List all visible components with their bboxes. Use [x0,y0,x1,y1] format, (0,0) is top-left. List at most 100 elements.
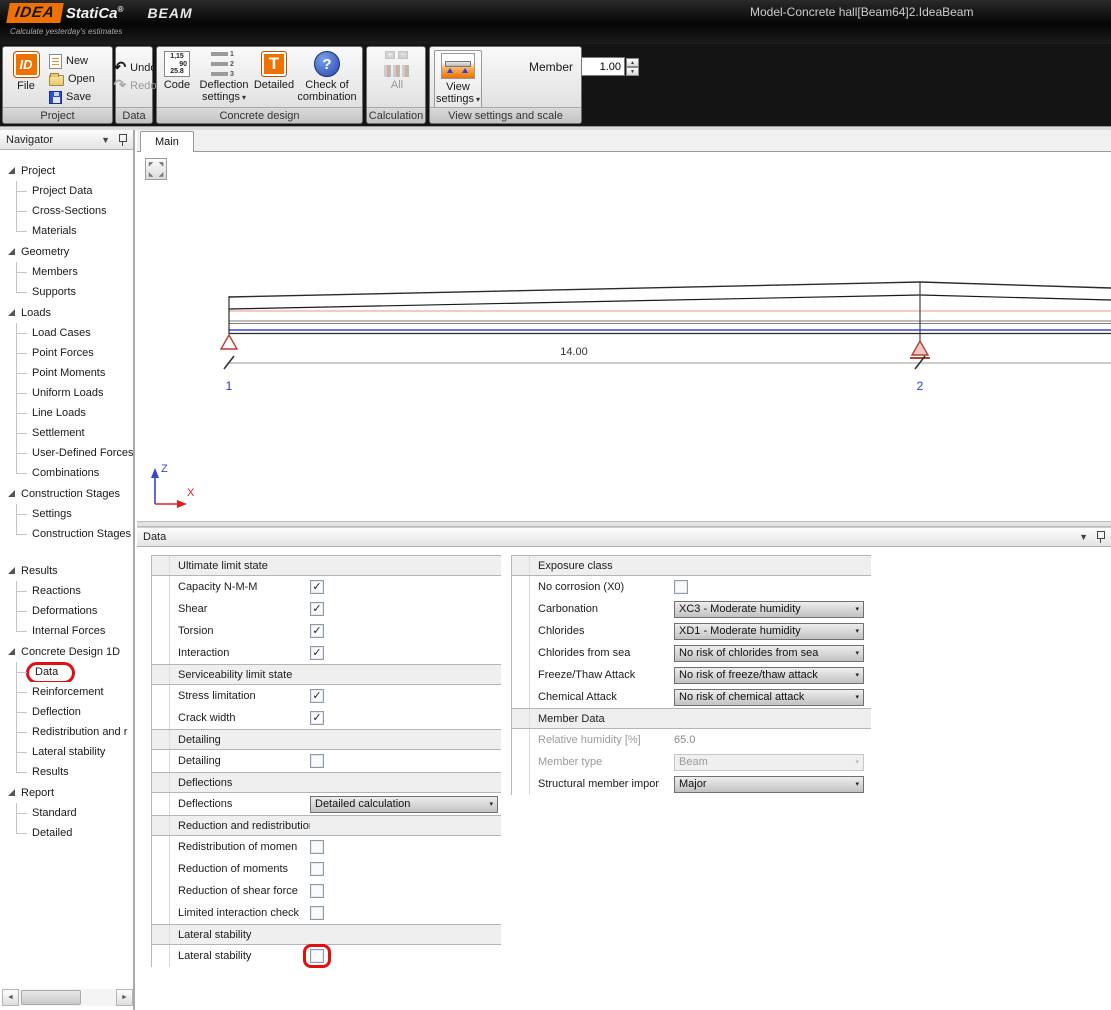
nav-item-label: Point Forces [32,347,94,359]
limited-interaction-check-checkbox[interactable] [310,906,324,920]
nav-item-geometry-members[interactable]: Members [16,262,133,282]
open-button[interactable]: Open [49,70,95,88]
nav-item-report-detailed[interactable]: Detailed [16,823,133,843]
beam-canvas[interactable]: 14.00 1 2 Z X ◤◥◣◢ [137,152,1111,521]
nav-item-geometry-supports[interactable]: Supports [16,282,133,302]
chevron-down-icon[interactable]: ▼ [1079,532,1088,542]
nav-item-results[interactable]: Results [6,561,133,581]
reduction-of-moments-checkbox[interactable] [310,862,324,876]
section-header-deflections: Deflections [152,772,501,793]
code-button[interactable]: 1,159025.8 Code [160,51,194,91]
tree-expander-icon[interactable] [8,648,15,655]
nav-item-loads-line-loads[interactable]: Line Loads [16,403,133,423]
calculate-all-button[interactable]: +− All [380,51,414,91]
scroll-left-icon[interactable]: ◄ [2,989,19,1006]
chevron-down-icon[interactable]: ▼ [101,135,110,145]
deflections-dropdown[interactable]: Detailed calculation▾ [310,796,498,813]
view-settings-button[interactable]: View settings▾ [434,50,482,109]
member-type-dropdown[interactable]: Beam▾ [674,754,864,771]
section-header-lateral-stability: Lateral stability [152,924,501,945]
nav-item-loads-combinations[interactable]: Combinations [16,463,133,483]
redistribution-of-momen-checkbox[interactable] [310,840,324,854]
nav-item-project-cross-sections[interactable]: Cross-Sections [16,201,133,221]
nav-item-concrete-design-1d[interactable]: Concrete Design 1D [6,642,133,662]
nav-item-label: Redistribution and r [32,726,127,738]
torsion-checkbox[interactable]: ✓ [310,624,324,638]
nav-item-loads[interactable]: Loads [6,303,133,323]
pin-icon[interactable] [118,134,127,146]
tree-expander-icon[interactable] [8,490,15,497]
interaction-checkbox[interactable]: ✓ [310,646,324,660]
nav-item-report-standard[interactable]: Standard [16,803,133,823]
tree-expander-icon[interactable] [8,789,15,796]
check-of-combination-button[interactable]: ? Check of combination [293,51,361,103]
shear-checkbox[interactable]: ✓ [310,602,324,616]
tab-main[interactable]: Main [140,131,194,152]
nav-item-results-internal-forces[interactable]: Internal Forces [16,621,133,641]
nav-item-concrete-design-1d-lateral-stability[interactable]: Lateral stability [16,742,133,762]
freeze-thaw-attack-dropdown[interactable]: No risk of freeze/thaw attack▾ [674,667,864,684]
spinner-down-icon[interactable]: ▼ [626,67,639,76]
scrollbar-thumb[interactable] [21,990,81,1005]
no-corrosion-x0-checkbox[interactable] [674,580,688,594]
chemical-attack-dropdown[interactable]: No risk of chemical attack▾ [674,689,864,706]
nav-item-report[interactable]: Report [6,783,133,803]
scroll-right-icon[interactable]: ► [116,989,133,1006]
nav-item-project[interactable]: Project [6,161,133,181]
stress-limitation-checkbox[interactable]: ✓ [310,689,324,703]
carbonation-dropdown[interactable]: XC3 - Moderate humidity▾ [674,601,864,618]
new-button[interactable]: New [49,52,95,70]
member-scale-input[interactable] [581,57,625,76]
nav-item-construction-stages-settings[interactable]: Settings [16,504,133,524]
row-gutter [152,925,170,944]
deflection-settings-button[interactable]: 123 Deflection settings▾ [195,51,253,104]
nav-item-loads-point-moments[interactable]: Point Moments [16,363,133,383]
structural-member-impor-dropdown[interactable]: Major▾ [674,776,864,793]
chlorides-from-sea-dropdown[interactable]: No risk of chlorides from sea▾ [674,645,864,662]
tree-expander-icon[interactable] [8,567,15,574]
row-label: No corrosion (X0) [530,581,672,593]
nav-item-loads-uniform-loads[interactable]: Uniform Loads [16,383,133,403]
nav-section-construction-stages: Construction StagesSettingsConstruction … [6,484,133,544]
row-gutter [152,793,170,815]
nav-item-concrete-design-1d-deflection[interactable]: Deflection [16,702,133,722]
nav-item-loads-settlement[interactable]: Settlement [16,423,133,443]
nav-item-project-project-data[interactable]: Project Data [16,181,133,201]
nav-item-label: Settlement [32,427,85,439]
row-label: Serviceability limit state [170,669,310,681]
file-button[interactable]: ID File [8,51,44,92]
spinner-up-icon[interactable]: ▲ [626,58,639,67]
detailing-checkbox[interactable] [310,754,324,768]
row-label: Lateral stability [170,929,310,941]
nav-item-project-materials[interactable]: Materials [16,221,133,241]
reduction-of-shear-force-checkbox[interactable] [310,884,324,898]
row-label: Chlorides [530,625,672,637]
detailed-button[interactable]: T Detailed [253,51,295,91]
pin-icon[interactable] [1096,531,1105,543]
table-row-no-corrosion-x0: No corrosion (X0) [512,576,871,598]
tree-expander-icon[interactable] [8,248,15,255]
nav-item-loads-user-defined-forces[interactable]: User-Defined Forces [16,443,133,463]
chlorides-dropdown[interactable]: XD1 - Moderate humidity▾ [674,623,864,640]
nav-item-geometry[interactable]: Geometry [6,242,133,262]
nav-item-concrete-design-1d-reinforcement[interactable]: Reinforcement [16,682,133,702]
crack-width-checkbox[interactable]: ✓ [310,711,324,725]
lateral-stability-checkbox[interactable] [310,949,324,963]
node-2-label: 2 [917,379,924,393]
nav-item-results-deformations[interactable]: Deformations [16,601,133,621]
save-button[interactable]: Save [49,88,95,106]
nav-item-loads-point-forces[interactable]: Point Forces [16,343,133,363]
zoom-to-fit-button[interactable]: ◤◥◣◢ [145,158,167,180]
nav-item-construction-stages[interactable]: Construction Stages [6,484,133,504]
nav-item-results-reactions[interactable]: Reactions [16,581,133,601]
capacity-n-m-m-checkbox[interactable]: ✓ [310,580,324,594]
tree-expander-icon[interactable] [8,309,15,316]
nav-item-concrete-design-1d-results[interactable]: Results [16,762,133,782]
nav-item-concrete-design-1d-data[interactable]: Data [16,662,133,682]
navigator-header: Navigator ▼ [0,130,133,150]
nav-item-loads-load-cases[interactable]: Load Cases [16,323,133,343]
nav-item-concrete-design-1d-redistribution-and-r[interactable]: Redistribution and r [16,722,133,742]
nav-item-construction-stages-construction-stages[interactable]: Construction Stages [16,524,133,544]
tree-expander-icon[interactable] [8,167,15,174]
navigator-horizontal-scrollbar[interactable]: ◄ ► [2,989,133,1006]
